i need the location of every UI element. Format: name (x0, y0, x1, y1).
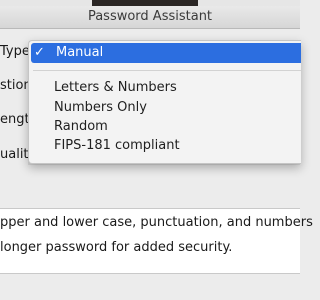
type-popup-menu[interactable]: ✓ Manual Letters & Numbers Numbers Only … (28, 40, 301, 164)
tips-box: pper and lower case, punctuation, and nu… (0, 208, 313, 274)
menu-item-numbers-only[interactable]: Numbers Only (54, 99, 147, 117)
menu-item-label: Manual (56, 45, 104, 60)
checkmark-icon: ✓ (34, 45, 45, 60)
window-title: Password Assistant (0, 6, 300, 29)
menu-item-random[interactable]: Random (54, 118, 108, 136)
menu-separator (33, 70, 301, 71)
menu-item-letters-numbers[interactable]: Letters & Numbers (54, 79, 177, 97)
tip-line: pper and lower case, punctuation, and nu… (0, 215, 313, 230)
menu-item-manual[interactable]: ✓ Manual (31, 43, 301, 63)
suggestion-label: stion (0, 78, 32, 93)
type-label: Type (0, 44, 30, 59)
menu-item-fips-181[interactable]: FIPS-181 compliant (54, 137, 180, 155)
tip-line: longer password for added security. (0, 240, 233, 255)
